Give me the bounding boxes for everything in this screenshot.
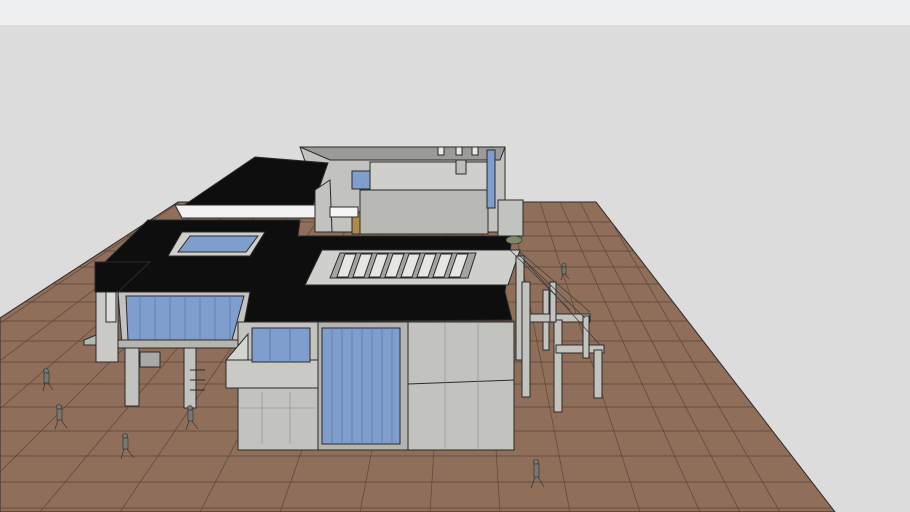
louver-canopy <box>304 249 521 286</box>
building-scene[interactable] <box>0 0 910 512</box>
left-glass-wing <box>117 291 251 349</box>
sky-band <box>0 0 910 25</box>
rear-upper-block <box>299 146 524 237</box>
front-block <box>224 321 515 451</box>
3d-viewport[interactable] <box>0 0 910 512</box>
planter <box>505 235 523 245</box>
